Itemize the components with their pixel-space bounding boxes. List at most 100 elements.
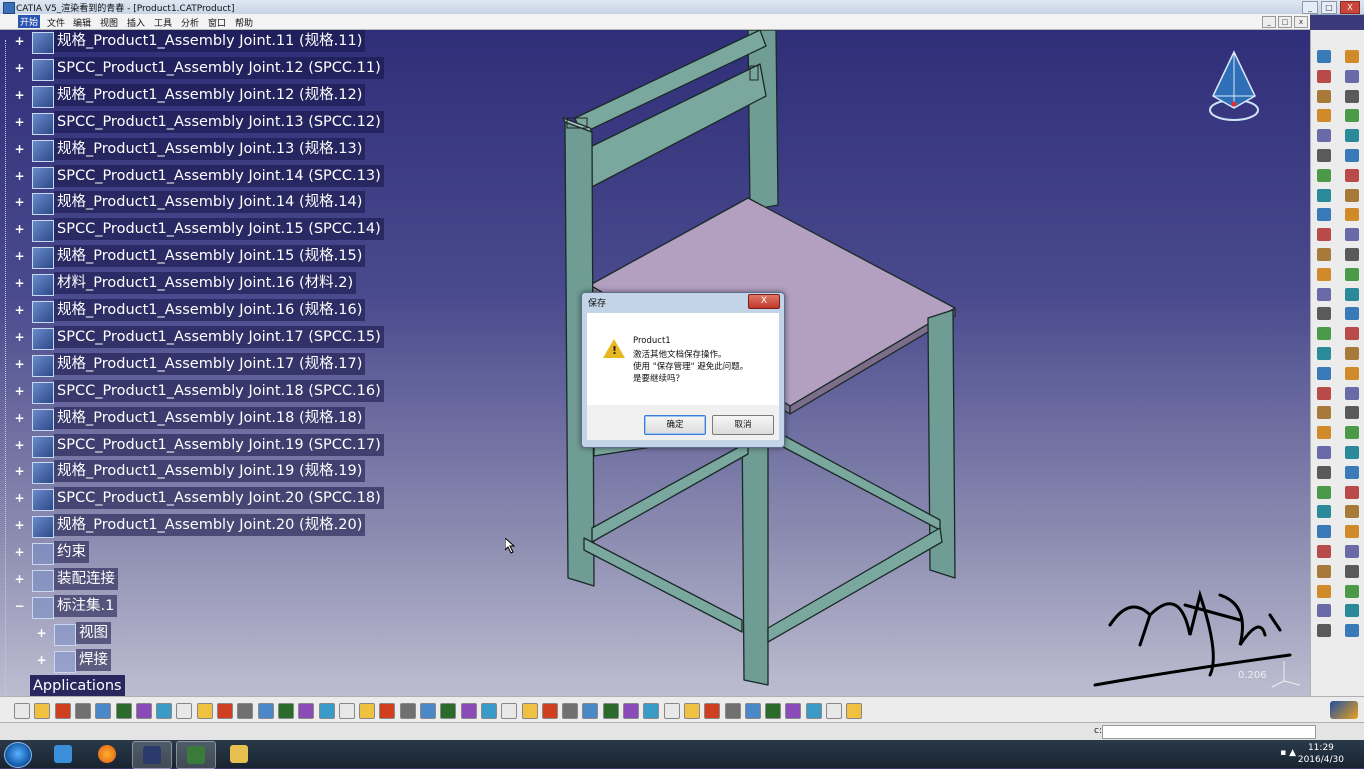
toolbar-tool-icon[interactable] [277,703,294,719]
toolbar-tool-icon[interactable] [501,703,518,719]
tree-node-label[interactable]: SPCC_Product1_Assembly Joint.17 (SPCC.15… [54,325,384,348]
tree-node-label[interactable]: SPCC_Product1_Assembly Joint.12 (SPCC.11… [54,56,384,79]
toolbar-tool-icon[interactable] [805,703,822,719]
toolbar-tool-icon[interactable] [1345,149,1359,162]
toolbar-tool-icon[interactable] [298,703,315,719]
tree-node-label[interactable]: SPCC_Product1_Assembly Joint.15 (SPCC.14… [54,218,384,241]
expand-icon[interactable]: + [14,465,25,477]
dialog-close-button[interactable]: X [748,294,780,309]
system-tray-icons[interactable]: ▪ ▲ [1280,748,1296,758]
toolbar-tool-icon[interactable] [34,703,51,719]
toolbar-tool-icon[interactable] [744,703,761,719]
toolbar-tool-icon[interactable] [1345,465,1359,479]
toolbar-tool-icon[interactable] [724,703,741,719]
menu-help[interactable]: 帮助 [235,16,253,29]
toolbar-tool-icon[interactable] [1345,545,1359,558]
toolbar-tool-icon[interactable] [14,703,30,719]
expand-icon[interactable]: + [14,62,25,74]
taskbar-app-catia[interactable] [132,741,172,769]
toolbar-tool-icon[interactable] [1345,109,1359,123]
toolbar-tool-icon[interactable] [135,703,152,719]
toolbar-tool-icon[interactable] [359,703,376,719]
tree-node-label[interactable]: SPCC_Product1_Assembly Joint.20 (SPCC.18… [54,487,384,510]
doc-close-button[interactable]: x [1294,16,1308,28]
expand-icon[interactable]: + [14,116,25,128]
expand-icon[interactable]: + [14,223,25,235]
toolbar-tool-icon[interactable] [1345,446,1359,459]
tree-node-label[interactable]: 规格_Product1_Assembly Joint.11 (规格.11) [54,30,366,52]
tree-node-label[interactable]: 焊接 [76,648,111,671]
toolbar-tool-icon[interactable] [1317,347,1331,360]
taskbar-app-network[interactable] [44,741,82,767]
toolbar-tool-icon[interactable] [683,703,700,719]
tree-node-label[interactable]: SPCC_Product1_Assembly Joint.14 (SPCC.13… [54,164,384,187]
expand-icon[interactable]: + [14,439,25,451]
tree-node-label[interactable]: 规格_Product1_Assembly Joint.16 (规格.16) [54,299,366,321]
tree-node-label[interactable]: 规格_Product1_Assembly Joint.12 (规格.12) [54,83,366,106]
toolbar-tool-icon[interactable] [1345,347,1359,360]
toolbar-tool-icon[interactable] [1345,208,1359,222]
toolbar-tool-icon[interactable] [1317,307,1331,321]
toolbar-tool-icon[interactable] [1317,228,1331,242]
toolbar-tool-icon[interactable] [846,703,863,719]
toolbar-tool-icon[interactable] [643,703,660,719]
toolbar-tool-icon[interactable] [1317,267,1331,281]
tree-node-label[interactable]: 规格_Product1_Assembly Joint.13 (规格.13) [54,137,366,160]
expand-icon[interactable]: + [14,250,25,262]
toolbar-tool-icon[interactable] [1345,525,1359,539]
toolbar-tool-icon[interactable] [1317,446,1331,459]
toolbar-tool-icon[interactable] [1317,248,1331,261]
menu-edit[interactable]: 编辑 [73,16,91,29]
toolbar-tool-icon[interactable] [399,703,416,719]
toolbar-tool-icon[interactable] [1317,109,1331,123]
toolbar-tool-icon[interactable] [1345,228,1359,242]
expand-icon[interactable]: + [14,331,25,343]
menu-tools[interactable]: 工具 [154,16,172,29]
expand-icon[interactable]: + [14,492,25,504]
menu-view[interactable]: 视图 [100,16,118,29]
toolbar-tool-icon[interactable] [1317,208,1331,222]
expand-icon[interactable]: + [14,304,25,316]
toolbar-tool-icon[interactable] [562,703,579,719]
toolbar-tool-icon[interactable] [1317,327,1331,341]
expand-icon[interactable]: + [14,143,25,155]
expand-icon[interactable]: + [36,627,47,639]
toolbar-tool-icon[interactable] [1317,129,1331,143]
menu-window[interactable]: 窗口 [208,16,226,29]
expand-icon[interactable]: + [14,277,25,289]
menu-start[interactable]: 开始 [18,15,41,28]
toolbar-tool-icon[interactable] [1317,584,1331,598]
expand-icon[interactable]: + [36,654,47,666]
toolbar-tool-icon[interactable] [1345,287,1359,301]
toolbar-tool-icon[interactable] [1345,624,1359,638]
expand-icon[interactable]: + [14,519,25,531]
toolbar-tool-icon[interactable] [115,703,132,719]
tree-node-label[interactable]: 视图 [76,621,111,644]
toolbar-tool-icon[interactable] [785,703,802,719]
toolbar-tool-icon[interactable] [1345,129,1359,143]
menu-analyze[interactable]: 分析 [181,16,199,29]
toolbar-tool-icon[interactable] [1345,307,1359,321]
expand-icon[interactable]: + [14,35,25,47]
expand-icon[interactable]: + [14,412,25,424]
maximize-button[interactable]: □ [1321,1,1337,14]
expand-icon[interactable]: + [14,573,25,585]
toolbar-tool-icon[interactable] [379,703,396,719]
command-input[interactable] [1102,725,1316,739]
toolbar-tool-icon[interactable] [318,703,335,719]
toolbar-tool-icon[interactable] [1345,505,1359,519]
toolbar-tool-icon[interactable] [1345,386,1359,400]
expand-icon[interactable]: + [14,196,25,208]
toolbar-tool-icon[interactable] [1317,505,1331,519]
toolbar-tool-icon[interactable] [1345,366,1359,380]
toolbar-tool-icon[interactable] [460,703,477,719]
toolbar-tool-icon[interactable] [1345,584,1359,598]
tree-node-label[interactable]: 规格_Product1_Assembly Joint.20 (规格.20) [54,514,366,537]
tree-node-label[interactable]: 规格_Product1_Assembly Joint.18 (规格.18) [54,406,366,429]
toolbar-tool-icon[interactable] [1317,624,1331,638]
menu-file[interactable]: 文件 [47,16,65,29]
toolbar-tool-icon[interactable] [440,703,457,719]
tree-node-label[interactable]: 装配连接 [54,568,118,590]
toolbar-tool-icon[interactable] [1345,327,1359,341]
toolbar-tool-icon[interactable] [1317,545,1331,558]
